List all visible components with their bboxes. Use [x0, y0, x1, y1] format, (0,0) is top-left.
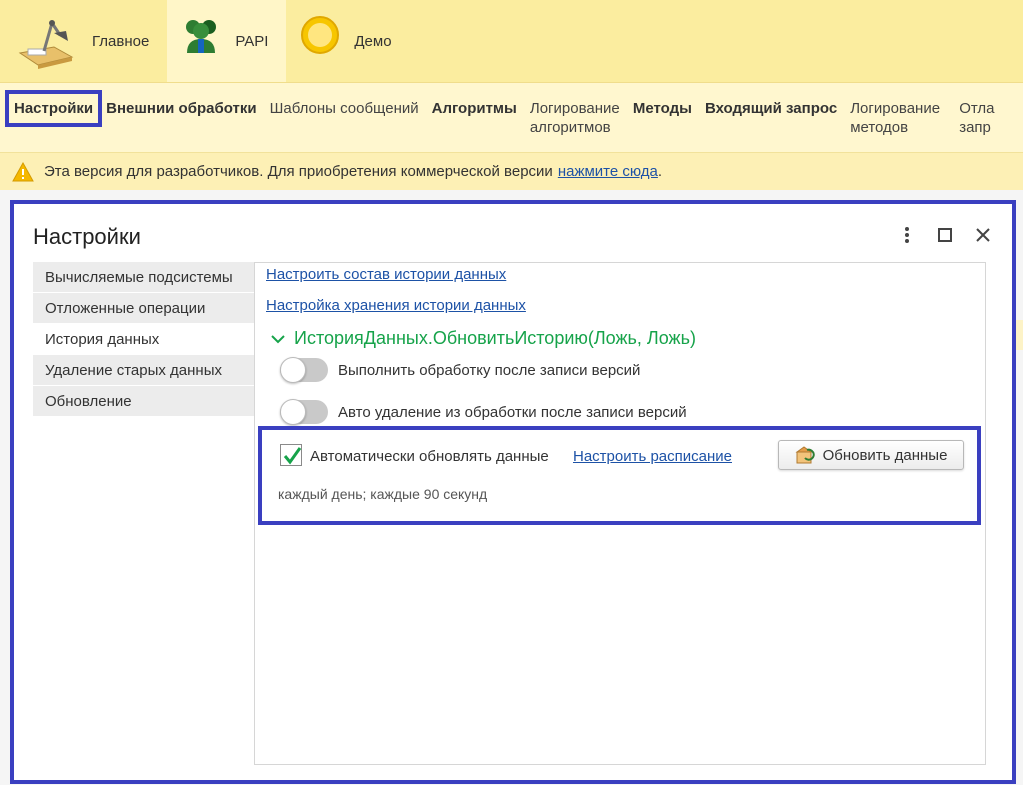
- sections-panel: Главное PAPI Демо: [0, 0, 1023, 82]
- people-icon: [181, 13, 221, 69]
- checkmark-icon: [283, 447, 302, 465]
- configure-history-link[interactable]: Настроить состав истории данных: [266, 266, 506, 283]
- section-demo[interactable]: Демо: [286, 0, 409, 82]
- group-title: ИсторияДанных.ОбновитьИсторию(Ложь, Ложь…: [294, 328, 696, 348]
- section-label: Главное: [92, 32, 150, 50]
- nav-item-update[interactable]: Обновление: [33, 386, 254, 417]
- refresh-data-button[interactable]: Обновить данные: [778, 440, 964, 470]
- warning-text: Эта версия для разработчиков. Для приобр…: [44, 163, 553, 180]
- desk-lamp-icon: [14, 13, 78, 69]
- cmd-methods[interactable]: Методы: [633, 99, 692, 118]
- close-icon[interactable]: [972, 224, 994, 246]
- nav-item-old-data-removal[interactable]: Удаление старых данных: [33, 355, 254, 386]
- history-storage-link[interactable]: Настройка хранения истории данных: [266, 297, 526, 314]
- cmd-external-processing[interactable]: Внешнии обработки: [106, 99, 256, 118]
- toggle-row-auto-delete: Авто удаление из обработки после записи …: [280, 399, 687, 425]
- warning-icon: [12, 161, 34, 182]
- divider: [254, 262, 255, 765]
- refresh-data-icon: [795, 446, 815, 464]
- group-header[interactable]: ИсторияДанных.ОбновитьИсторию(Ложь, Ложь…: [270, 328, 696, 349]
- more-menu-icon[interactable]: [896, 224, 918, 246]
- sun-circle-icon: [300, 13, 340, 69]
- refresh-data-label: Обновить данные: [822, 446, 948, 464]
- cmd-debug-truncated[interactable]: Отла запр: [959, 99, 994, 137]
- maximize-icon[interactable]: [934, 224, 956, 246]
- toggle-label: Авто удаление из обработки после записи …: [338, 403, 687, 421]
- settings-dialog: Настройки Вычисляемые подсистемы Отложен…: [10, 200, 1016, 784]
- auto-update-label: Автоматически обновлять данные: [310, 448, 549, 465]
- cmd-message-templates[interactable]: Шаблоны сообщений: [270, 99, 419, 118]
- section-label: PAPI: [235, 32, 269, 50]
- warning-tail: .: [657, 163, 663, 180]
- purchase-link[interactable]: нажмите сюда: [558, 163, 658, 180]
- toggle-label: Выполнить обработку после записи версий: [338, 361, 641, 379]
- cmd-method-logging[interactable]: Логирование методов: [850, 99, 946, 137]
- dialog-title: Настройки: [33, 224, 141, 249]
- nav-item-computed-subsystems[interactable]: Вычисляемые подсистемы: [33, 262, 254, 293]
- chevron-down-icon: [270, 331, 286, 347]
- auto-delete-toggle[interactable]: [280, 399, 328, 425]
- process-after-write-toggle[interactable]: [280, 357, 328, 383]
- nav-item-deferred-operations[interactable]: Отложенные операции: [33, 293, 254, 324]
- nav-item-data-history[interactable]: История данных: [33, 324, 254, 355]
- cmd-incoming-request[interactable]: Входящий запрос: [705, 99, 837, 118]
- cmd-algorithm-logging[interactable]: Логирование алгоритмов: [530, 99, 620, 137]
- section-papi[interactable]: PAPI: [167, 0, 287, 82]
- section-main[interactable]: Главное: [0, 0, 167, 82]
- cmd-settings[interactable]: Настройки: [4, 90, 103, 127]
- cmd-algorithms[interactable]: Алгоритмы: [432, 99, 517, 118]
- schedule-text: каждый день; каждые 90 секунд: [278, 486, 488, 502]
- toggle-row-process-after-write: Выполнить обработку после записи версий: [280, 357, 641, 383]
- section-label: Демо: [354, 32, 392, 50]
- command-bar: Настройки Внешнии обработки Шаблоны сооб…: [0, 82, 1023, 152]
- auto-update-checkbox[interactable]: [280, 444, 302, 466]
- configure-schedule-link[interactable]: Настроить расписание: [573, 448, 732, 465]
- warning-bar: Эта версия для разработчиков. Для приобр…: [0, 152, 1023, 190]
- settings-nav: Вычисляемые подсистемы Отложенные операц…: [33, 262, 254, 417]
